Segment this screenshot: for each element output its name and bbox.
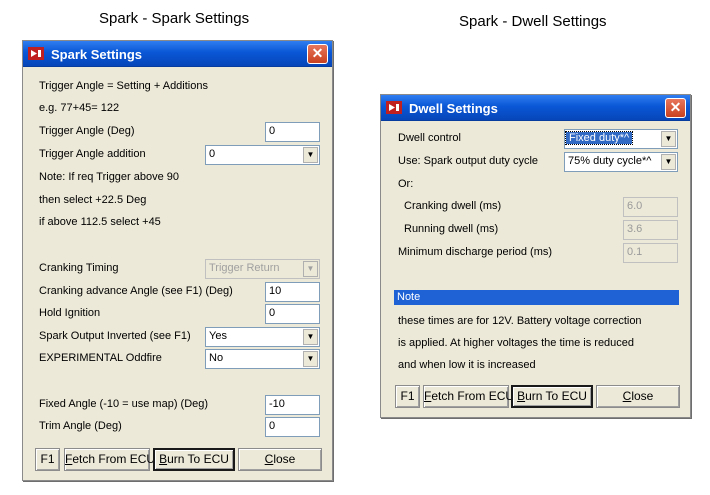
spark-settings-caption: Spark - Spark Settings — [99, 10, 250, 27]
trigger-angle-input[interactable]: 0 — [265, 122, 320, 142]
close-button[interactable]: Close — [238, 448, 322, 471]
oddfire-value: No — [209, 352, 224, 364]
trigger-addition-value: 0 — [209, 148, 216, 160]
oddfire-dropdown[interactable]: No ▼ — [205, 349, 320, 369]
app-icon — [28, 47, 44, 60]
note-line-2: is applied. At higher voltages the time … — [398, 337, 635, 349]
note-line-1: Note: If req Trigger above 90 — [39, 171, 180, 183]
chevron-down-icon[interactable]: ▼ — [303, 261, 318, 277]
close-icon[interactable]: ✕ — [307, 44, 328, 64]
cranking-timing-dropdown[interactable]: Trigger Return ▼ — [205, 259, 320, 279]
burn-to-ecu-button[interactable]: Burn To ECU — [511, 385, 593, 408]
dwell-settings-caption: Spark - Dwell Settings — [459, 13, 607, 30]
min-discharge-input[interactable]: 0.1 — [623, 243, 678, 263]
fixed-angle-label: Fixed Angle (-10 = use map) (Deg) — [39, 398, 209, 410]
running-dwell-label: Running dwell (ms) — [404, 223, 499, 235]
dwell-control-value: Fixed duty*^ — [565, 131, 634, 145]
spark-inverted-dropdown[interactable]: Yes ▼ — [205, 327, 320, 347]
cranking-timing-value: Trigger Return — [209, 262, 280, 274]
spark-inverted-value: Yes — [209, 330, 227, 342]
cranking-advance-input[interactable]: 10 — [265, 282, 320, 302]
dwell-settings-titlebar[interactable]: Dwell Settings ✕ — [381, 95, 690, 121]
close-label: lose — [273, 452, 296, 466]
f1-help-button[interactable]: F1 — [35, 448, 60, 471]
burn-to-ecu-button[interactable]: Burn To ECU — [153, 448, 235, 471]
spark-inverted-label: Spark Output Inverted (see F1) — [39, 330, 191, 342]
note-line-1: these times are for 12V. Battery voltage… — [398, 315, 642, 327]
use-spark-value: 75% duty cycle*^ — [568, 155, 652, 167]
cranking-timing-label: Cranking Timing — [39, 262, 119, 274]
spark-settings-window: Spark Settings ✕ Trigger Angle = Setting… — [22, 40, 333, 481]
info-example: e.g. 77+45= 122 — [39, 102, 120, 114]
dwell-control-dropdown[interactable]: Fixed duty*^ ▼ — [564, 129, 678, 149]
burn-mnemonic: B — [159, 452, 168, 466]
window-title: Spark Settings — [51, 47, 143, 62]
fixed-angle-input[interactable]: -10 — [265, 395, 320, 415]
running-dwell-input[interactable]: 3.6 — [623, 220, 678, 240]
info-formula: Trigger Angle = Setting + Additions — [39, 80, 208, 92]
trigger-addition-dropdown[interactable]: 0 ▼ — [205, 145, 320, 165]
burn-mnemonic: B — [517, 389, 526, 403]
chevron-down-icon[interactable]: ▼ — [303, 147, 318, 163]
note-line-2: then select +22.5 Deg — [39, 194, 147, 206]
use-spark-label: Use: Spark output duty cycle — [398, 155, 539, 167]
chevron-down-icon[interactable]: ▼ — [303, 329, 318, 345]
min-discharge-label: Minimum discharge period (ms) — [398, 246, 553, 258]
f1-help-button[interactable]: F1 — [395, 385, 420, 408]
burn-label: urn To ECU — [525, 389, 587, 403]
window-title: Dwell Settings — [409, 101, 498, 116]
chevron-down-icon[interactable]: ▼ — [303, 351, 318, 367]
trigger-addition-label: Trigger Angle addition — [39, 148, 146, 160]
app-icon — [386, 101, 402, 114]
close-icon[interactable]: ✕ — [665, 98, 686, 118]
cranking-dwell-input[interactable]: 6.0 — [623, 197, 678, 217]
use-spark-dropdown[interactable]: 75% duty cycle*^ ▼ — [564, 152, 678, 172]
trim-angle-input[interactable]: 0 — [265, 417, 320, 437]
trim-angle-label: Trim Angle (Deg) — [39, 420, 122, 432]
note-line-3: if above 112.5 select +45 — [39, 216, 161, 228]
dwell-control-label: Dwell control — [398, 132, 461, 144]
note-header: Note — [394, 290, 679, 305]
trigger-angle-label: Trigger Angle (Deg) — [39, 125, 135, 137]
fetch-from-ecu-button[interactable]: Fetch From ECU — [423, 385, 514, 408]
fetch-label: etch From ECU — [72, 452, 156, 466]
burn-label: urn To ECU — [167, 452, 229, 466]
close-label: lose — [631, 389, 654, 403]
hold-ignition-input[interactable]: 0 — [265, 304, 320, 324]
fetch-from-ecu-button[interactable]: Fetch From ECU — [64, 448, 155, 471]
hold-ignition-label: Hold Ignition — [39, 307, 101, 319]
close-button[interactable]: Close — [596, 385, 680, 408]
chevron-down-icon[interactable]: ▼ — [661, 131, 676, 147]
note-line-3: and when low it is increased — [398, 359, 536, 371]
fetch-label: etch From ECU — [431, 389, 515, 403]
cranking-advance-label: Cranking advance Angle (see F1) (Deg) — [39, 285, 233, 297]
or-label: Or: — [398, 178, 414, 190]
spark-settings-titlebar[interactable]: Spark Settings ✕ — [23, 41, 332, 67]
dwell-settings-window: Dwell Settings ✕ Dwell control Fixed dut… — [380, 94, 691, 418]
chevron-down-icon[interactable]: ▼ — [661, 154, 676, 170]
cranking-dwell-label: Cranking dwell (ms) — [404, 200, 502, 212]
oddfire-label: EXPERIMENTAL Oddfire — [39, 352, 162, 364]
